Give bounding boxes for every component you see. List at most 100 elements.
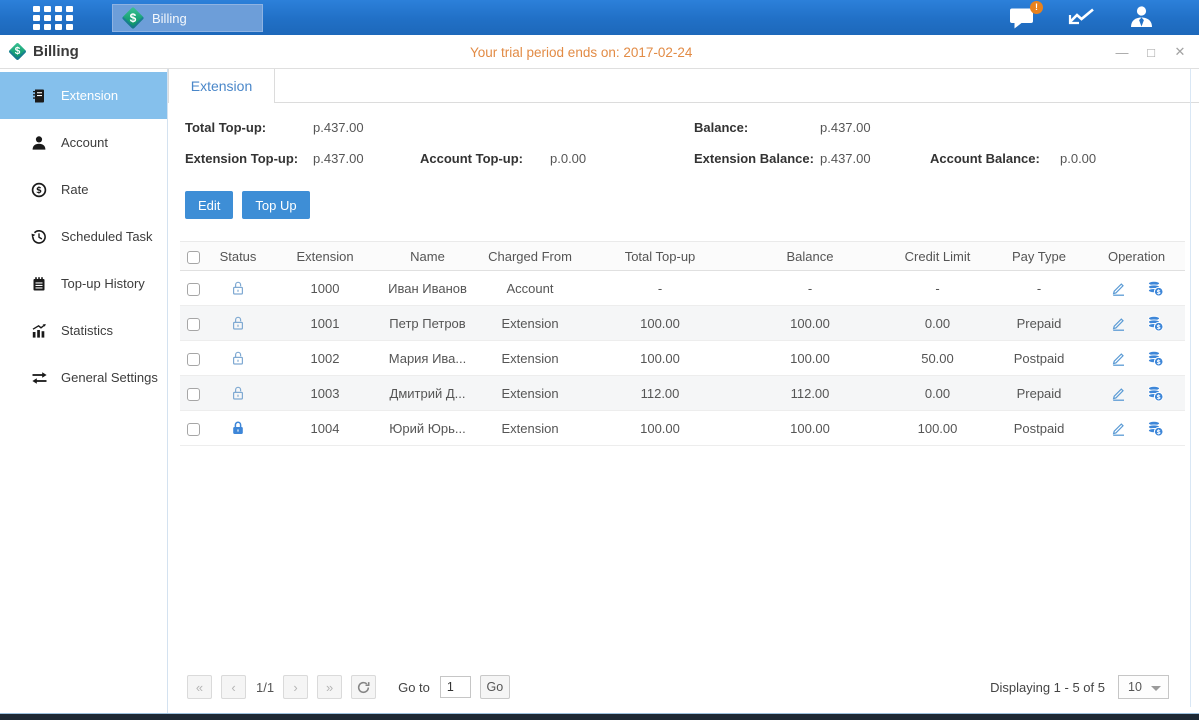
topup-row-icon[interactable]: $	[1146, 349, 1164, 367]
total-topup-value: p.437.00	[313, 120, 364, 135]
sidebar-item-label: General Settings	[61, 370, 158, 385]
sidebar-item-scheduled-task[interactable]: Scheduled Task	[0, 213, 167, 260]
svg-text:$: $	[1156, 359, 1160, 366]
taskbar-tab-label: Billing	[152, 11, 187, 26]
topup-row-icon[interactable]: $	[1146, 384, 1164, 402]
messages-icon[interactable]: !	[1009, 6, 1036, 30]
pay-type-cell: Prepaid	[990, 376, 1088, 411]
charged-from-cell: Account	[475, 271, 585, 306]
svg-text:$: $	[1156, 429, 1160, 436]
edit-row-icon[interactable]	[1110, 385, 1127, 402]
table-row: 1004Юрий Юрь...Extension100.00100.00100.…	[180, 411, 1185, 446]
pay-type-cell: -	[990, 271, 1088, 306]
line-chart-icon	[1067, 6, 1097, 30]
svg-text:$: $	[1156, 289, 1160, 296]
row-checkbox[interactable]	[187, 318, 200, 331]
name-cell: Петр Петров	[380, 306, 475, 341]
row-checkbox[interactable]	[187, 353, 200, 366]
name-cell: Мария Ива...	[380, 341, 475, 376]
user-account-icon[interactable]	[1128, 4, 1155, 31]
sidebar-item-label: Top-up History	[61, 276, 145, 291]
pay-type-cell: Postpaid	[990, 341, 1088, 376]
extension-table: StatusExtensionNameCharged FromTotal Top…	[180, 241, 1185, 446]
taskbar-tab-billing[interactable]: $ Billing	[112, 4, 263, 32]
window-controls: — □ ✕	[1115, 35, 1187, 69]
sidebar-item-top-up-history[interactable]: Top-up History	[0, 260, 167, 307]
statistics-topbar-icon[interactable]	[1067, 6, 1097, 30]
edit-row-icon[interactable]	[1110, 350, 1127, 367]
account-balance-value: p.0.00	[1060, 151, 1096, 166]
window-titlebar: $ Billing Your trial period ends on: 201…	[0, 35, 1199, 69]
topup-row-icon[interactable]: $	[1146, 419, 1164, 437]
pagination-right: Displaying 1 - 5 of 5 10	[990, 675, 1169, 699]
row-checkbox[interactable]	[187, 388, 200, 401]
rate-icon: $	[30, 182, 48, 198]
top-up-button[interactable]: Top Up	[242, 191, 309, 219]
tab-bar: Extension	[168, 69, 1199, 103]
balance-cell: -	[735, 271, 885, 306]
extension-cell: 1004	[270, 411, 380, 446]
column-header: Operation	[1088, 242, 1185, 271]
account-topup-label: Account Top-up:	[420, 151, 523, 166]
prev-page-button[interactable]: ‹	[221, 675, 246, 699]
refresh-button[interactable]	[351, 675, 376, 699]
edit-button[interactable]: Edit	[185, 191, 233, 219]
edit-row-icon[interactable]	[1110, 315, 1127, 332]
minimize-button[interactable]: —	[1115, 45, 1129, 60]
tab-extension[interactable]: Extension	[168, 69, 275, 103]
column-header: Status	[206, 242, 270, 271]
locked-icon	[230, 420, 246, 436]
main-panel: Extension Total Top-up: p.437.00 Balance…	[168, 69, 1199, 713]
edit-row-icon[interactable]	[1110, 420, 1127, 437]
credit-limit-cell: -	[885, 271, 990, 306]
total-topup-cell: 112.00	[585, 376, 735, 411]
first-page-button[interactable]: «	[187, 675, 212, 699]
action-buttons: Edit Top Up	[185, 191, 1199, 219]
column-header: Extension	[270, 242, 380, 271]
topup-row-icon[interactable]: $	[1146, 279, 1164, 297]
sidebar: Extension Account $RateScheduled Task Top-u…	[0, 69, 168, 713]
maximize-button[interactable]: □	[1144, 45, 1158, 60]
svg-text:$: $	[36, 186, 42, 196]
header-checkbox-cell	[180, 242, 206, 271]
column-header: Name	[380, 242, 475, 271]
content-area: ExtensionAccount$RateScheduled TaskTop-u…	[0, 69, 1199, 713]
unlocked-icon	[230, 280, 246, 296]
sidebar-item-account[interactable]: Account	[0, 119, 167, 166]
last-page-button[interactable]: »	[317, 675, 342, 699]
credit-limit-cell: 0.00	[885, 376, 990, 411]
row-checkbox[interactable]	[187, 283, 200, 296]
credit-limit-cell: 50.00	[885, 341, 990, 376]
column-header: Total Top-up	[585, 242, 735, 271]
page-size-select[interactable]: 10	[1118, 675, 1169, 699]
table-row: 1002Мария Ива...Extension100.00100.0050.…	[180, 341, 1185, 376]
close-button[interactable]: ✕	[1173, 44, 1187, 60]
pagination-bar: « ‹ 1/1 › » Go to Go Displaying 1 - 5 of…	[168, 675, 1199, 713]
extension-balance-value: p.437.00	[820, 151, 871, 166]
goto-page-input[interactable]	[440, 676, 471, 698]
balance-cell: 100.00	[735, 306, 885, 341]
next-page-button[interactable]: ›	[283, 675, 308, 699]
table-row: 1000Иван ИвановAccount----$	[180, 271, 1185, 306]
table-row: 1001Петр ПетровExtension100.00100.000.00…	[180, 306, 1185, 341]
sidebar-item-extension[interactable]: Extension	[0, 72, 167, 119]
svg-text:$: $	[1156, 324, 1160, 331]
sidebar-item-statistics[interactable]: Statistics	[0, 307, 167, 354]
unlocked-icon	[230, 350, 246, 366]
topup-row-icon[interactable]: $	[1146, 314, 1164, 332]
row-checkbox[interactable]	[187, 423, 200, 436]
edit-row-icon[interactable]	[1110, 280, 1127, 297]
scroll-track	[1190, 69, 1191, 707]
app-launcher-button[interactable]	[30, 0, 76, 35]
sidebar-item-general-settings[interactable]: General Settings	[0, 354, 167, 401]
balance-cell: 112.00	[735, 376, 885, 411]
select-all-checkbox[interactable]	[187, 251, 200, 264]
window-title-group: $ Billing	[0, 43, 79, 60]
balance-value: p.437.00	[820, 120, 871, 135]
sidebar-item-rate[interactable]: $Rate	[0, 166, 167, 213]
name-cell: Дмитрий Д...	[380, 376, 475, 411]
go-button[interactable]: Go	[480, 675, 510, 699]
sidebar-item-label: Account	[61, 135, 108, 150]
unlocked-icon	[230, 385, 246, 401]
charged-from-cell: Extension	[475, 306, 585, 341]
